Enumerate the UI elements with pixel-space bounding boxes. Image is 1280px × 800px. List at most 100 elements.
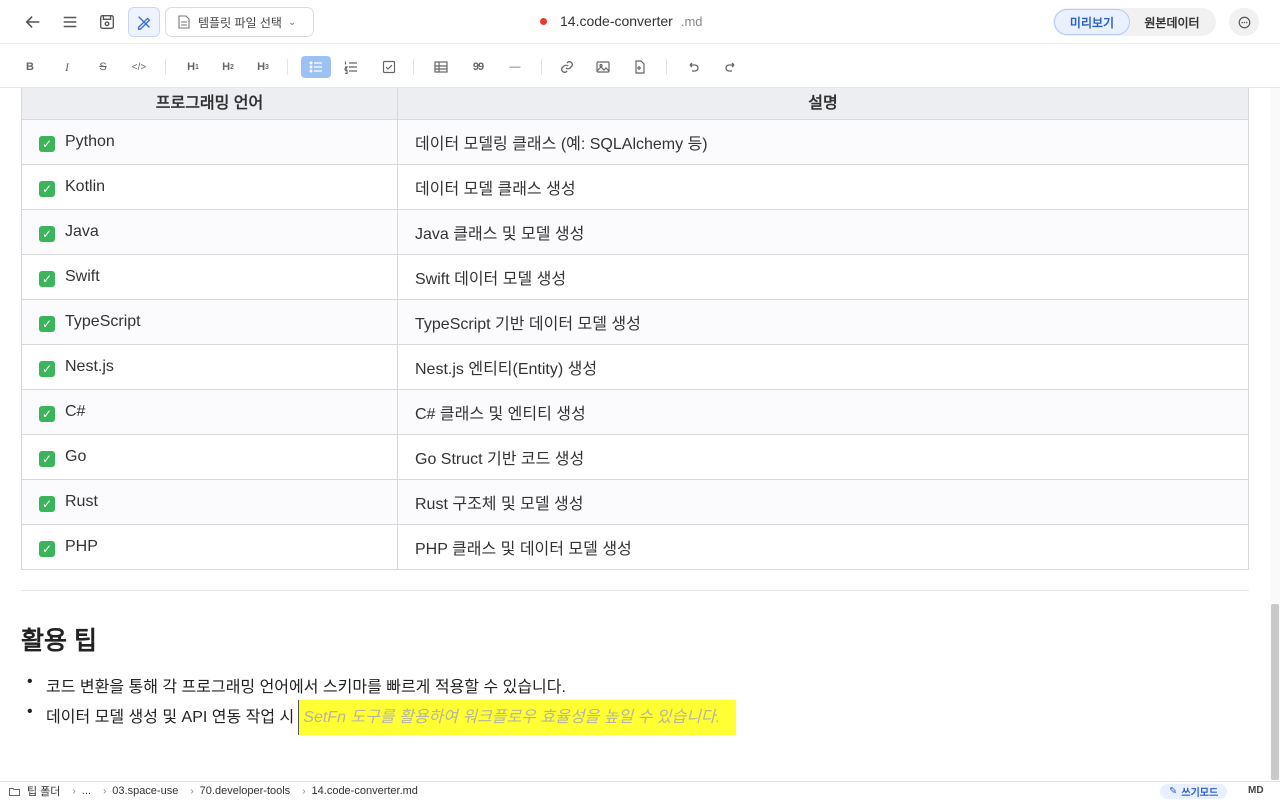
language-name: PHP [65, 537, 98, 555]
numbered-list-button[interactable] [338, 56, 364, 78]
filename: 14.code-converter [560, 13, 673, 29]
ai-suggestion-highlight[interactable]: SetFn 도구를 활용하여 워크플로우 효율성을 높일 수 있습니다. [298, 700, 737, 735]
heading3-button[interactable]: H3 [250, 56, 276, 78]
checklist-button[interactable] [376, 56, 402, 78]
language-name: C# [65, 402, 86, 420]
save-icon[interactable] [94, 10, 120, 34]
checkmark-icon: ✓ [39, 540, 55, 557]
table-cell-description: 데이터 모델링 클래스 (예: SQLAlchemy 등) [397, 119, 1249, 165]
table-row: ✓ Nest.js Nest.js 엔티티(Entity) 생성 [21, 344, 1249, 390]
table-cell-description: TypeScript 기반 데이터 모델 생성 [397, 299, 1249, 345]
breadcrumb-separator-icon: › [72, 785, 76, 797]
toolbar-divider [165, 59, 166, 75]
breadcrumb-item[interactable]: 팁 폴더 [27, 783, 60, 799]
table-row: ✓ Go Go Struct 기반 코드 생성 [21, 434, 1249, 480]
table-cell-language: ✓ Nest.js [21, 344, 398, 390]
list-item-text: 데이터 모델 생성 및 API 연동 작업 시 [46, 709, 295, 726]
language-name: Nest.js [65, 357, 114, 375]
bullet-list-button[interactable] [301, 56, 331, 78]
heading1-label: H [187, 61, 196, 73]
table-cell-description: PHP 클래스 및 데이터 모델 생성 [397, 524, 1249, 570]
table-row: ✓ Kotlin 데이터 모델 클래스 생성 [21, 164, 1249, 210]
table-cell-description: 데이터 모델 클래스 생성 [397, 164, 1249, 210]
tab-raw-data[interactable]: 원본데이터 [1130, 9, 1214, 35]
table-row: ✓ C# C# 클래스 및 엔티티 생성 [21, 389, 1249, 435]
table-button[interactable] [428, 56, 454, 78]
tips-list: 코드 변환을 통해 각 프로그래밍 언어에서 스키마를 빠르게 적용할 수 있습… [27, 673, 737, 735]
template-select-label: 템플릿 파일 선택 [198, 15, 282, 30]
scrollbar-thumb[interactable] [1271, 604, 1279, 780]
table-row: ✓ TypeScript TypeScript 기반 데이터 모델 생성 [21, 299, 1249, 345]
quote-button[interactable]: 99 [465, 56, 491, 78]
image-button[interactable] [590, 56, 616, 78]
breadcrumb-item[interactable]: 14.code-converter.md [312, 785, 418, 797]
template-select[interactable]: 템플릿 파일 선택 ⌄ [165, 7, 314, 37]
table-cell-language: ✓ PHP [21, 524, 398, 570]
chat-icon [1238, 16, 1250, 28]
status-bar: 팁 폴더 › ... › 03.space-use › 70.developer-to… [0, 781, 1280, 800]
breadcrumb-separator-icon: › [102, 785, 107, 797]
table-cell-language: ✓ Java [21, 209, 398, 255]
file-icon [635, 60, 645, 74]
heading3-sub: 3 [265, 63, 269, 71]
undo-button[interactable] [680, 56, 706, 78]
table-cell-description: Go Struct 기반 코드 생성 [397, 434, 1249, 480]
horizontal-rule-button[interactable]: — [502, 56, 528, 78]
chat-button[interactable] [1229, 8, 1259, 36]
breadcrumb-item[interactable]: 70.developer-tools [200, 785, 291, 797]
italic-button[interactable]: I [54, 56, 80, 78]
heading2-sub: 2 [230, 63, 234, 71]
table-row: ✓ Java Java 클래스 및 모델 생성 [21, 209, 1249, 255]
language-name: TypeScript [65, 312, 141, 330]
format-toolbar: B I S </> H1 H2 H3 99 — [0, 45, 1280, 88]
link-button[interactable] [554, 56, 580, 78]
view-mode-toggle: 미리보기 원본데이터 [1053, 8, 1216, 36]
table-row: ✓ Swift Swift 데이터 모델 생성 [21, 254, 1249, 300]
top-bar: 템플릿 파일 선택 ⌄ 14.code-converter .md 미리보기 원… [0, 0, 1280, 44]
heading2-label: H [222, 61, 231, 73]
redo-button[interactable] [718, 56, 744, 78]
checkmark-icon: ✓ [39, 225, 55, 242]
write-mode-badge[interactable]: ✎ 쓰기모드 [1160, 784, 1228, 799]
format-badge: MD [1248, 785, 1264, 796]
breadcrumb: 팁 폴더 › ... › 03.space-use › 70.developer-to… [9, 783, 424, 799]
table-row: ✓ Rust Rust 구조체 및 모델 생성 [21, 479, 1249, 525]
language-name: Python [65, 132, 115, 150]
language-name: Kotlin [65, 177, 106, 195]
table-cell-description: Nest.js 엔티티(Entity) 생성 [397, 344, 1249, 390]
checkmark-icon: ✓ [39, 180, 55, 197]
checkmark-icon: ✓ [39, 270, 55, 287]
inline-code-button[interactable]: </> [126, 56, 152, 78]
table-row: ✓ PHP PHP 클래스 및 데이터 모델 생성 [21, 524, 1249, 570]
back-arrow-icon[interactable] [20, 10, 46, 34]
heading2-button[interactable]: H2 [215, 56, 241, 78]
strikethrough-button[interactable]: S [90, 56, 116, 78]
edit-tools-icon[interactable] [128, 7, 160, 37]
table-row: ✓ Python 데이터 모델링 클래스 (예: SQLAlchemy 등) [21, 119, 1249, 165]
breadcrumb-item[interactable]: ... [82, 785, 91, 797]
menu-icon[interactable] [57, 10, 83, 34]
editor-content[interactable]: 프로그래밍 언어 설명 ✓ Python 데이터 모델링 클래스 (예: SQLAl… [0, 88, 1270, 781]
tab-preview[interactable]: 미리보기 [1054, 9, 1130, 35]
file-attach-button[interactable] [627, 56, 653, 78]
table-cell-description: Swift 데이터 모델 생성 [397, 254, 1249, 300]
language-name: Go [65, 447, 87, 465]
bold-button[interactable]: B [17, 56, 43, 78]
breadcrumb-item[interactable]: 03.space-use [112, 785, 178, 797]
language-name: Swift [65, 267, 100, 285]
toolbar-divider [541, 59, 542, 75]
toolbar-divider [413, 59, 414, 75]
heading1-button[interactable]: H1 [180, 56, 206, 78]
breadcrumb-separator-icon: › [190, 785, 194, 797]
table-cell-language: ✓ C# [21, 389, 398, 435]
table-header-language: 프로그래밍 언어 [21, 88, 398, 120]
language-table: 프로그래밍 언어 설명 ✓ Python 데이터 모델링 클래스 (예: SQLAl… [21, 88, 1249, 570]
file-extension: .md [680, 13, 703, 29]
language-name: Rust [65, 492, 98, 510]
folder-icon [9, 787, 20, 796]
undo-icon [689, 62, 699, 72]
table-cell-language: ✓ Rust [21, 479, 398, 525]
unsaved-indicator [540, 17, 547, 25]
table-cell-description: Java 클래스 및 모델 생성 [397, 209, 1249, 255]
horizontal-rule [21, 590, 1249, 591]
